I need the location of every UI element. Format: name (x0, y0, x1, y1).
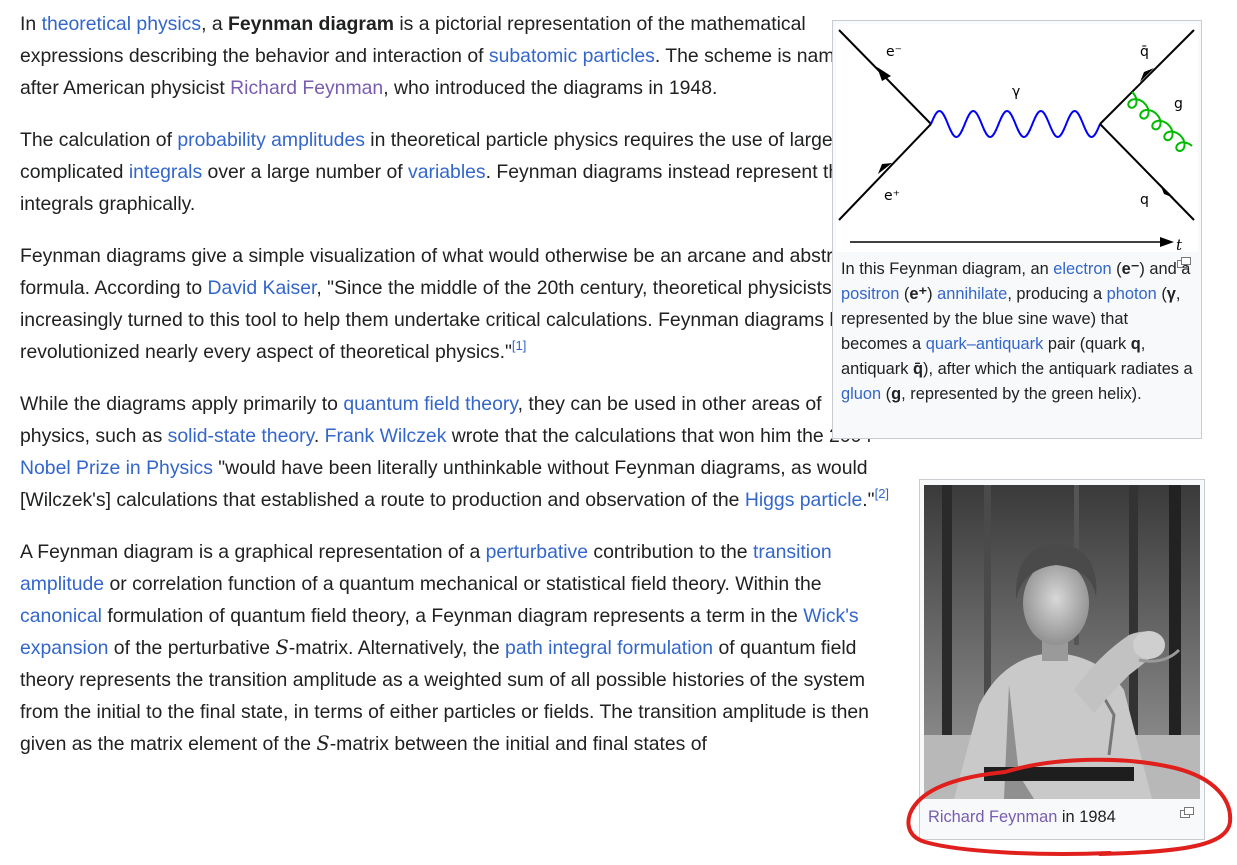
link-electron[interactable]: electron (1053, 260, 1111, 278)
arrow-icon (877, 67, 891, 81)
text: -matrix between the initial and final st… (329, 733, 707, 755)
text: The calculation of (20, 129, 178, 151)
photo-svg (924, 485, 1200, 799)
text: A Feynman diagram is a graphical represe… (20, 541, 486, 563)
symbol-gluon: g (891, 385, 902, 403)
photon-wave (930, 109, 1101, 139)
arrow-icon (1140, 68, 1154, 82)
text: ), after which the antiquark radiates a (923, 360, 1193, 378)
text: , who introduced the diagrams in 1948. (383, 77, 718, 99)
paragraph-intro: In theoretical physics, a Feynman diagra… (20, 8, 892, 104)
text: formulation of quantum field theory, a F… (101, 605, 804, 627)
text: , represented by the green helix). (901, 385, 1142, 403)
link-variables[interactable]: variables (408, 161, 486, 183)
arrow-icon (1160, 184, 1174, 198)
symbol-positron: e⁺ (909, 285, 928, 303)
link-quark-antiquark[interactable]: quark–antiquark (926, 335, 1044, 353)
text: , a (201, 13, 229, 35)
link-positron[interactable]: positron (841, 285, 899, 303)
term-feynman-diagram: Feynman diagram (228, 13, 394, 35)
symbol-antiquark: q̄ (912, 360, 923, 378)
text: ( (881, 385, 892, 403)
richard-feynman-photo[interactable] (924, 485, 1200, 799)
text: . (313, 425, 325, 447)
text: wrote that the calculations that won him… (446, 425, 873, 447)
text: , producing a (1007, 285, 1107, 303)
link-solid-state-theory[interactable]: solid-state theory (168, 425, 314, 447)
text: in 1984 (1057, 808, 1116, 826)
reference-2[interactable]: [2] (875, 486, 889, 501)
link-photon[interactable]: photon (1107, 285, 1157, 303)
text: While the diagrams apply primarily to (20, 393, 344, 415)
symbol-electron: e⁻ (1121, 260, 1140, 278)
label-gamma: γ (1012, 84, 1020, 100)
text: In (20, 13, 42, 35)
text: -matrix. Alternatively, the (288, 637, 506, 659)
text: ( (899, 285, 910, 303)
reference-1[interactable]: [1] (512, 338, 526, 353)
link-richard-feynman[interactable]: Richard Feynman (230, 77, 383, 99)
symbol-quark: q (1130, 335, 1141, 353)
paragraph-applications: While the diagrams apply primarily to qu… (20, 388, 892, 516)
link-integrals[interactable]: integrals (129, 161, 202, 183)
feynman-diagram-svg: e⁻ e⁺ γ q̄ q g t (838, 29, 1195, 254)
text: or correlation function of a quantum mec… (104, 573, 822, 595)
s-matrix-symbol: S (275, 636, 289, 659)
link-david-kaiser[interactable]: David Kaiser (208, 277, 317, 299)
s-matrix-symbol: S (316, 732, 330, 755)
arrow-icon (1160, 237, 1174, 247)
paragraph-visualization: Feynman diagrams give a simple visualiza… (20, 240, 892, 368)
text: contribution to the (588, 541, 753, 563)
symbol-photon: γ (1166, 285, 1176, 303)
label-time: t (1176, 236, 1183, 252)
link-gluon[interactable]: gluon (841, 385, 881, 403)
richard-feynman-figure: Richard Feynman in 1984 (919, 479, 1205, 840)
paragraph-representation: A Feynman diagram is a graphical represe… (20, 536, 892, 760)
text: ( (1156, 285, 1167, 303)
text: ." (862, 489, 875, 511)
text: over a large number of (202, 161, 409, 183)
link-richard-feynman-caption[interactable]: Richard Feynman (928, 808, 1057, 826)
text: pair (quark (1043, 335, 1131, 353)
label-gluon: g (1174, 96, 1183, 112)
label-quark: q (1140, 192, 1149, 208)
text: ) (927, 285, 938, 303)
link-probability-amplitudes[interactable]: probability amplitudes (177, 129, 365, 151)
link-frank-wilczek[interactable]: Frank Wilczek (325, 425, 447, 447)
link-canonical[interactable]: canonical (20, 605, 102, 627)
paragraph-calculation: The calculation of probability amplitude… (20, 124, 892, 220)
figure-caption: In this Feynman diagram, an electron (e⁻… (841, 257, 1195, 407)
link-theoretical-physics[interactable]: theoretical physics (42, 13, 202, 35)
link-perturbative[interactable]: perturbative (486, 541, 588, 563)
link-subatomic-particles[interactable]: subatomic particles (489, 45, 655, 67)
positron-line (838, 123, 932, 221)
link-higgs-particle[interactable]: Higgs particle (745, 489, 862, 511)
link-annihilate[interactable]: annihilate (937, 285, 1007, 303)
link-path-integral-formulation[interactable]: path integral formulation (505, 637, 713, 659)
text: In this Feynman diagram, an (841, 260, 1054, 278)
label-antiquark: q̄ (1140, 44, 1149, 60)
text: ) and a (1139, 260, 1191, 278)
feynman-diagram-figure: e⁻ e⁺ γ q̄ q g t In this Feynman diagram… (832, 20, 1202, 439)
link-quantum-field-theory[interactable]: quantum field theory (343, 393, 517, 415)
label-e-plus: e⁺ (884, 188, 900, 204)
link-nobel-prize-physics[interactable]: Nobel Prize in Physics (20, 457, 213, 479)
article-body: In theoretical physics, a Feynman diagra… (20, 8, 892, 780)
figure-caption: Richard Feynman in 1984 (928, 805, 1193, 830)
feynman-diagram-image[interactable]: e⁻ e⁺ γ q̄ q g t (836, 24, 1198, 254)
text: ( (1111, 260, 1122, 278)
label-e-minus: e⁻ (886, 44, 902, 60)
text: of the perturbative (108, 637, 276, 659)
